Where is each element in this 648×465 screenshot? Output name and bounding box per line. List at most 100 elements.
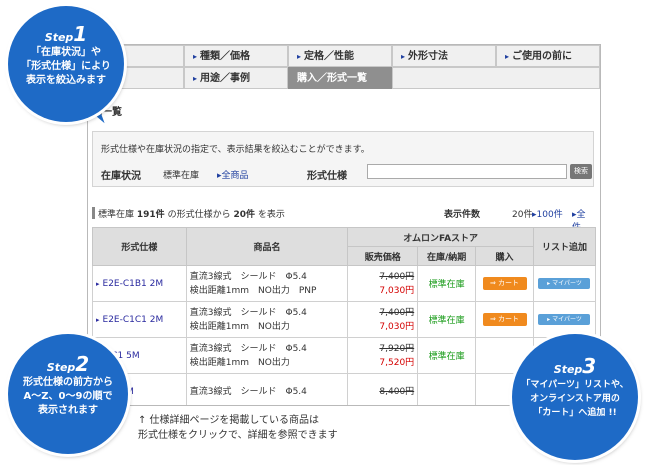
model-link[interactable]: ▸ E2E-C1C1 2M xyxy=(92,301,187,338)
cart-label: カート xyxy=(498,279,520,287)
mylist-label: マイパーツ xyxy=(552,280,582,287)
table-row: ▸ E2E-C1B1 2M 直流3線式 シールド Φ5.4 検出距離1mm NO出力… xyxy=(92,265,597,302)
summary-shown: 20件 xyxy=(233,210,255,220)
all-products-link[interactable]: ▸全商品 xyxy=(217,168,249,181)
arrow-icon: ▸ xyxy=(401,52,406,61)
tab-rating[interactable]: ▸ 定格／性能 xyxy=(288,45,392,67)
step3-callout: Step3 「マイパーツ」リストや、 オンラインストア用の 「カート」へ追加 !… xyxy=(512,334,638,460)
cart-cell: ⇒ カート xyxy=(475,265,534,302)
model-text: E2E-C1C1 2M xyxy=(102,314,164,325)
list-price: 8,400円 xyxy=(379,386,415,397)
step3-text: 「カート」へ追加 !! xyxy=(533,408,617,418)
stock-label: 在庫状況 xyxy=(101,171,141,182)
stock-status: 標準在庫 xyxy=(417,301,477,338)
model-link[interactable]: ▸ E2E-C1B1 2M xyxy=(92,265,187,302)
summary-count: 191件 xyxy=(136,210,165,220)
count-100-link[interactable]: ▸100件 xyxy=(532,207,563,220)
add-cell: ▸ マイパーツ xyxy=(532,265,597,302)
info-bar xyxy=(92,207,95,219)
product-name-line: 直流3線式 シールド Φ5.4 xyxy=(189,343,307,354)
header-buy: 購入 xyxy=(475,246,534,266)
tab-bar: ▸種類／価格 ▸定格／性能 ▸外形寸法 ▸ご使用の前に サリ ▸用途／事例 購入… xyxy=(88,45,600,99)
model-search-input[interactable] xyxy=(367,164,567,179)
stock-status: 標準在庫 xyxy=(417,337,477,374)
all-products-label: 全商品 xyxy=(221,171,249,181)
list-price: 7,400円 xyxy=(379,307,415,318)
mylist-label: マイパーツ xyxy=(552,316,582,323)
arrow-icon: ▸ xyxy=(96,315,100,324)
tab-blank-right xyxy=(392,67,600,89)
tab-label: 定格／性能 xyxy=(304,51,355,62)
count-20: 20件 xyxy=(512,210,533,220)
filter-description: 形式仕様や在庫状況の指定で、表示結果を絞込むことができます。 xyxy=(101,145,370,155)
step2-text: 表示されます xyxy=(38,405,98,416)
cart-button[interactable]: ⇒ カート xyxy=(482,313,527,326)
header-product: 商品名 xyxy=(185,227,349,266)
arrow-icon: ▸ xyxy=(505,52,510,61)
sale-price: 7,520円 xyxy=(379,357,415,368)
tab-applications[interactable]: ▸ 用途／事例 xyxy=(184,67,288,89)
step1-text: 「在庫状況」や xyxy=(31,47,101,58)
footnote-line: 形式仕様をクリックで、詳細を参照できます xyxy=(138,430,338,441)
step1-heading: Step1 xyxy=(8,22,124,46)
summary-prefix: 標準在庫 xyxy=(98,210,135,220)
tab-label: ご使用の前に xyxy=(512,51,573,62)
model-text: E2E-C1B1 2M xyxy=(102,278,164,289)
tab-label: 用途／事例 xyxy=(200,73,251,84)
result-summary: 標準在庫 191件 の形式仕様から 20件 を表示 xyxy=(98,207,285,220)
step1-text: 「形式仕様」により xyxy=(21,61,111,72)
step-number: 3 xyxy=(582,354,597,378)
mylist-button[interactable]: ▸ マイパーツ xyxy=(538,278,591,289)
step3-text: 「マイパーツ」リストや、 xyxy=(521,380,629,390)
product-name-line: 直流3線式 シールド Φ5.4 xyxy=(189,271,307,282)
cart-button[interactable]: ⇒ カート xyxy=(482,277,527,290)
step2-text: 形式仕様の前方から xyxy=(23,377,113,388)
step-number: 1 xyxy=(73,22,88,46)
tab-dimensions[interactable]: ▸ 外形寸法 xyxy=(392,45,496,67)
filter-box: 形式仕様や在庫状況の指定で、表示結果を絞込むことができます。 在庫状況 標準在庫… xyxy=(92,131,594,187)
stock-status: 標準在庫 xyxy=(417,265,477,302)
header-model: 形式仕様 xyxy=(92,227,187,266)
product-name-line: 直流3線式 シールド Φ5.4 xyxy=(189,386,307,397)
price-cell: 7,400円 7,030円 xyxy=(347,301,419,338)
step2-text: A～Z、0～9の順で xyxy=(23,391,113,402)
tab-before-use[interactable]: ▸ ご使用の前に xyxy=(496,45,600,67)
search-button[interactable]: 検索 xyxy=(570,164,592,179)
tab-purchase-list[interactable]: 購入／形式一覧 xyxy=(288,67,392,89)
list-price: 7,400円 xyxy=(379,271,415,282)
product-name-line: 検出距離1mm NO出力 PNP xyxy=(189,285,317,296)
product-name-line: 検出距離1mm NO出力 xyxy=(189,357,290,368)
display-count-label: 表示件数 xyxy=(444,210,481,220)
step-label: Step xyxy=(44,31,74,44)
product-name: 直流3線式 シールド Φ5.4 検出距離1mm NO出力 xyxy=(185,337,349,374)
tab-label: 購入／形式一覧 xyxy=(297,73,367,84)
header-store: オムロンFAストア xyxy=(347,227,534,247)
step3-heading: Step3 xyxy=(512,354,638,378)
arrow-icon: ▸ xyxy=(193,74,198,83)
table-row: ▸ E2E-C1C1 2M 直流3線式 シールド Φ5.4 検出距離1mm NO出力… xyxy=(92,301,597,338)
mylist-button[interactable]: ▸ マイパーツ xyxy=(538,314,591,325)
header-add: リスト追加 xyxy=(532,227,597,266)
footnote: ↑ 仕様詳細ページを掲載している商品は 形式仕様をクリックで、詳細を参照できます xyxy=(138,413,338,443)
cart-cell: ⇒ カート xyxy=(475,301,534,338)
price-cell: 7,400円 7,030円 xyxy=(347,265,419,302)
cart-label: カート xyxy=(498,315,520,323)
product-name: 直流3線式 シールド Φ5.4 検出距離1mm NO出力 PNP xyxy=(185,265,349,302)
step1-callout: Step1 「在庫状況」や 「形式仕様」により 表示を絞込みます xyxy=(8,6,124,122)
tab-label: 外形寸法 xyxy=(408,51,449,62)
stock-value: 標準在庫 xyxy=(163,171,200,181)
arrow-icon: ▸ xyxy=(193,52,198,61)
tab-type-price[interactable]: ▸ 種類／価格 xyxy=(184,45,288,67)
product-name: 直流3線式 シールド Φ5.4 検出距離1mm NO出力 xyxy=(185,301,349,338)
step1-text: 表示を絞込みます xyxy=(26,75,106,86)
step3-text: オンラインストア用の xyxy=(530,394,620,404)
result-info: 標準在庫 191件 の形式仕様から 20件 を表示 表示件数 20件 ▸100件… xyxy=(92,207,594,233)
add-cell: ▸ マイパーツ xyxy=(532,301,597,338)
step-number: 2 xyxy=(75,352,90,376)
footnote-line: ↑ 仕様詳細ページを掲載している商品は xyxy=(138,415,320,426)
step-label: Step xyxy=(46,361,76,374)
header-price: 販売価格 xyxy=(347,246,419,266)
price-cell: 7,920円 7,520円 xyxy=(347,337,419,374)
step2-heading: Step2 xyxy=(8,352,128,376)
tab-label: 種類／価格 xyxy=(200,51,251,62)
